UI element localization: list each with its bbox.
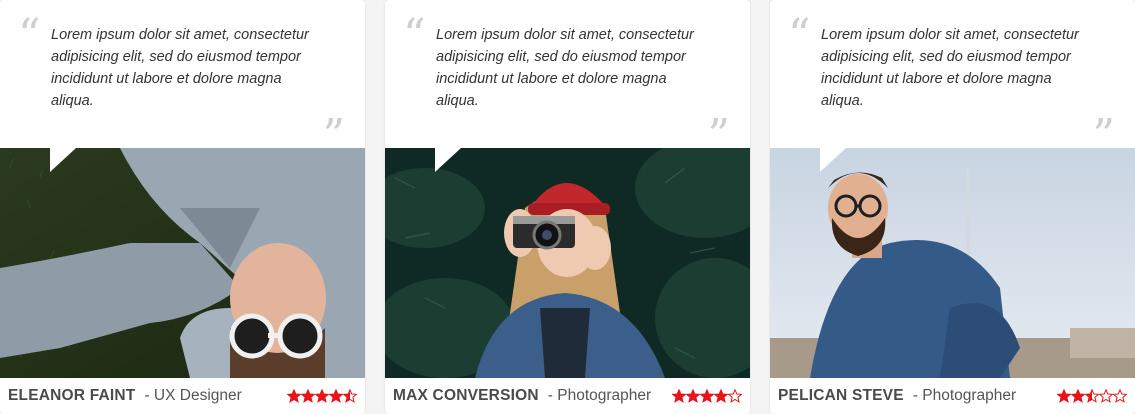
star-half-icon [343, 389, 357, 403]
star-full-icon [714, 389, 728, 403]
quote-box: “ Lorem ipsum dolor sit amet, consectetu… [385, 0, 750, 158]
person-name: PELICAN STEVE [778, 387, 904, 404]
person-name: ELEANOR FAINT [8, 387, 136, 404]
person-role: - Photographer [912, 387, 1017, 404]
testimonial-card: “ Lorem ipsum dolor sit amet, consectetu… [770, 0, 1135, 414]
star-full-icon [329, 389, 343, 403]
open-quote-icon: “ [788, 10, 811, 61]
speech-notch [435, 148, 461, 172]
speech-notch [820, 148, 846, 172]
card-footer: ELEANOR FAINT - UX Designer [0, 378, 365, 414]
star-full-icon [301, 389, 315, 403]
star-full-icon [1071, 389, 1085, 403]
star-empty-icon [728, 389, 742, 403]
bearded-man-photo [770, 148, 1135, 378]
quote-text: Lorem ipsum dolor sit amet, consectetur … [436, 27, 694, 109]
quote-text: Lorem ipsum dolor sit amet, consectetur … [821, 27, 1079, 109]
open-quote-icon: “ [18, 10, 41, 61]
star-rating [1057, 389, 1127, 403]
person-role: - UX Designer [144, 387, 242, 404]
quote-box: “ Lorem ipsum dolor sit amet, consectetu… [0, 0, 365, 158]
star-empty-icon [1099, 389, 1113, 403]
testimonial-card: “ Lorem ipsum dolor sit amet, consectetu… [0, 0, 365, 414]
person-lying-on-grass-photo [0, 148, 365, 378]
card-footer: MAX CONVERSION - Photographer [385, 378, 750, 414]
star-full-icon [686, 389, 700, 403]
person-name: MAX CONVERSION [393, 387, 539, 404]
star-full-icon [287, 389, 301, 403]
star-rating [287, 389, 357, 403]
testimonial-card: “ Lorem ipsum dolor sit amet, consectetu… [385, 0, 750, 414]
open-quote-icon: “ [403, 10, 426, 61]
speech-notch [50, 148, 76, 172]
star-half-icon [1085, 389, 1099, 403]
person-role: - Photographer [547, 387, 652, 404]
star-full-icon [700, 389, 714, 403]
testimonial-grid: “ Lorem ipsum dolor sit amet, consectetu… [0, 0, 1135, 414]
woman-with-camera-photo [385, 148, 750, 378]
star-full-icon [315, 389, 329, 403]
quote-box: “ Lorem ipsum dolor sit amet, consectetu… [770, 0, 1135, 158]
star-empty-icon [1113, 389, 1127, 403]
star-full-icon [1057, 389, 1071, 403]
star-rating [672, 389, 742, 403]
quote-text: Lorem ipsum dolor sit amet, consectetur … [51, 27, 309, 109]
star-full-icon [672, 389, 686, 403]
card-footer: PELICAN STEVE - Photographer [770, 378, 1135, 414]
